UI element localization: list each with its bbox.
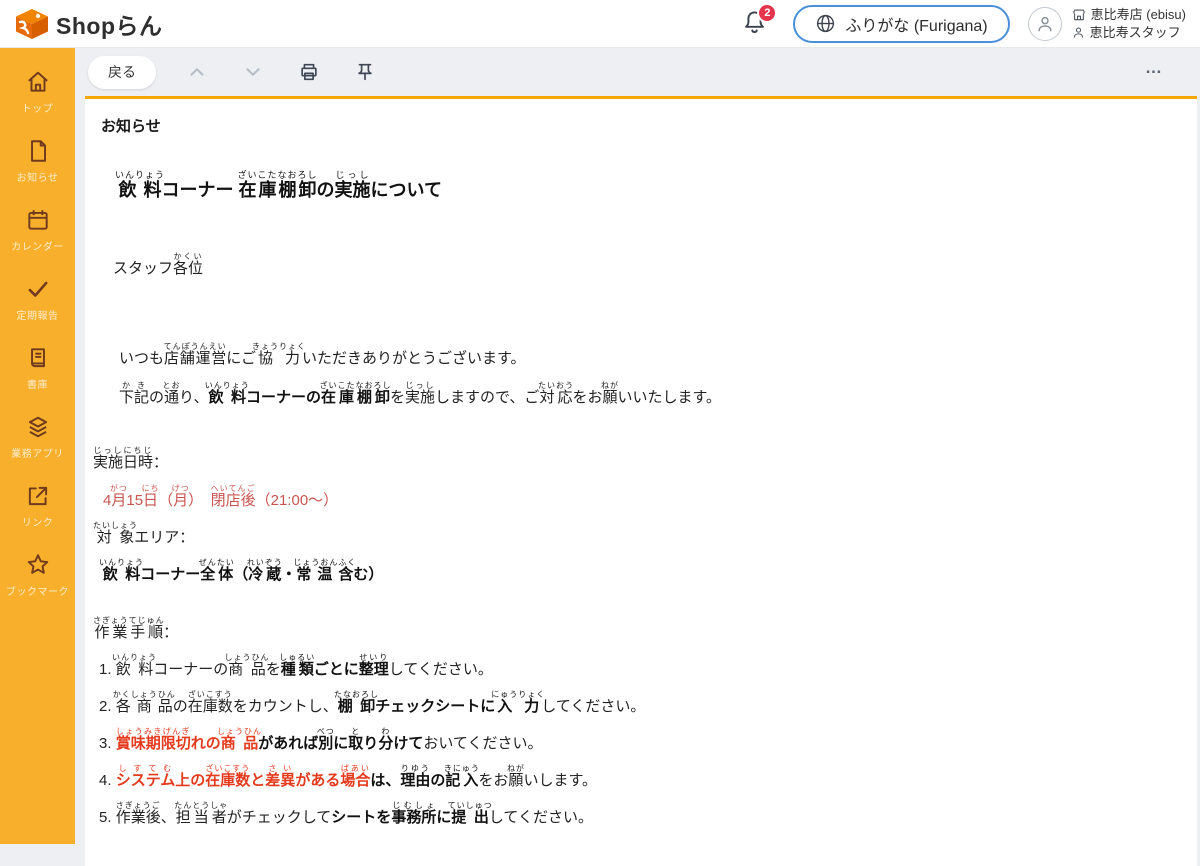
logo[interactable]: Shopらん bbox=[14, 7, 163, 41]
printer-icon bbox=[298, 61, 320, 83]
sidebar-item-apps[interactable]: 業務アプリ bbox=[0, 403, 75, 472]
sidebar-item-label: トップ bbox=[22, 100, 54, 115]
calendar-icon bbox=[25, 207, 51, 233]
toolbar: 戻る … bbox=[75, 48, 1200, 96]
store-icon bbox=[1072, 8, 1086, 22]
external-link-icon bbox=[25, 483, 51, 509]
procedure-label: 作業手順さぎょうてじゅん： bbox=[85, 614, 1197, 651]
sidebar-item-label: 定期報告 bbox=[17, 307, 59, 322]
target-area-label: 対象たいしょうエリア： bbox=[85, 519, 1197, 556]
chevron-down-icon bbox=[242, 61, 264, 83]
page-title: お知らせ bbox=[101, 117, 1197, 137]
procedure-step: 4. システムしすてむ上の在庫数ざいこすうと差異さいがある場合ばあいは、理由りゆ… bbox=[85, 762, 1197, 799]
sidebar-item-label: 業務アプリ bbox=[11, 445, 64, 460]
announcement-title: 飲料いんりょうコーナー 在庫棚卸ざいこたなおろしの実施じっしについて bbox=[85, 170, 1197, 210]
sidebar-item-label: ブックマーク bbox=[6, 583, 69, 598]
sidebar-item-archive[interactable]: 書庫 bbox=[0, 334, 75, 403]
print-button[interactable] bbox=[294, 57, 324, 87]
header-actions: 2 ふりがな (Furigana) 恵比寿店 bbox=[737, 5, 1186, 43]
logo-text: Shopらん bbox=[56, 7, 163, 41]
greeting-to-line: スタッフ各位かくい bbox=[85, 250, 1197, 287]
check-icon bbox=[25, 276, 51, 302]
sidebar-item-calendar[interactable]: カレンダー bbox=[0, 196, 75, 265]
sidebar-item-links[interactable]: リンク bbox=[0, 472, 75, 541]
announcement-panel: お知らせ 飲料いんりょうコーナー 在庫棚卸ざいこたなおろしの実施じっしについて … bbox=[85, 96, 1197, 866]
datetime-value: 4月がつ15日にち（月げつ） 閉店後へいてんご（21:00～） bbox=[85, 482, 1197, 519]
sidebar-item-label: リンク bbox=[22, 514, 54, 529]
sidebar-item-reports[interactable]: 定期報告 bbox=[0, 265, 75, 334]
sidebar-item-top[interactable]: トップ bbox=[0, 58, 75, 127]
procedure-step: 3. 賞味期限切しょうみきげんぎれの商品しょうひんがあれば別べつに取とり分わけて… bbox=[85, 725, 1197, 762]
sidebar: トップ お知らせ カレンダー 定期報告 書庫 bbox=[0, 48, 75, 844]
avatar[interactable] bbox=[1028, 7, 1062, 41]
procedure-step: 5. 作業後さぎょうご、担当者たんとうしゃがチェックしてシートを事務所じむしょに… bbox=[85, 799, 1197, 836]
sidebar-item-label: お知らせ bbox=[17, 169, 59, 184]
shopran-logo-icon bbox=[14, 8, 50, 40]
datetime-label: 実施日時じっしにちじ： bbox=[85, 444, 1197, 481]
document-icon bbox=[25, 138, 51, 164]
notification-badge: 2 bbox=[757, 3, 777, 23]
user-name: 恵比寿スタッフ bbox=[1090, 24, 1181, 42]
layers-icon bbox=[25, 414, 51, 440]
globe-icon bbox=[815, 13, 836, 34]
chevron-up-icon bbox=[186, 61, 208, 83]
more-options-button[interactable]: … bbox=[1145, 58, 1164, 78]
target-area-value: 飲料いんりょうコーナー全体ぜんたい（冷蔵れいぞう・常温含じょうおんふくむ） bbox=[85, 556, 1197, 593]
sidebar-item-label: 書庫 bbox=[27, 376, 48, 391]
sidebar-item-bookmarks[interactable]: ブックマーク bbox=[0, 541, 75, 610]
sidebar-item-label: カレンダー bbox=[11, 238, 64, 253]
store-row: 恵比寿店 (ebisu) bbox=[1072, 6, 1186, 24]
sidebar-item-news[interactable]: お知らせ bbox=[0, 127, 75, 196]
procedure-step: 2. 各商品かくしょうひんの在庫数ざいこすうをカウントし、棚卸たなおろしチェック… bbox=[85, 688, 1197, 725]
procedure-step: 1. 飲料いんりょうコーナーの商品しょうひんを種類しゅるいごとに整理せいりしてく… bbox=[85, 651, 1197, 688]
account-info[interactable]: 恵比寿店 (ebisu) 恵比寿スタッフ bbox=[1072, 6, 1186, 42]
user-row: 恵比寿スタッフ bbox=[1072, 24, 1186, 42]
main-area: 戻る … お知らせ 飲料 bbox=[75, 48, 1200, 866]
user-icon bbox=[1072, 26, 1085, 39]
notifications-button[interactable]: 2 bbox=[737, 5, 771, 43]
body-paragraph-2: 下記かきの通とおり、飲料いんりょうコーナーの在庫棚卸ざいこたなおろしを実施じっし… bbox=[85, 379, 1197, 416]
home-icon bbox=[25, 69, 51, 95]
person-icon bbox=[1035, 14, 1055, 34]
next-item-button[interactable] bbox=[238, 57, 268, 87]
furigana-button-label: ふりがな (Furigana) bbox=[845, 12, 987, 36]
pin-icon bbox=[354, 61, 376, 83]
book-icon bbox=[25, 345, 51, 371]
pin-button[interactable] bbox=[350, 57, 380, 87]
back-button[interactable]: 戻る bbox=[88, 56, 156, 89]
furigana-toggle-button[interactable]: ふりがな (Furigana) bbox=[793, 5, 1009, 43]
store-name: 恵比寿店 (ebisu) bbox=[1091, 6, 1186, 24]
prev-item-button[interactable] bbox=[182, 57, 212, 87]
body-paragraph-1: いつも店舗運営てんぽうんえいにご協力きょうりょくいただきありがとうございます。 bbox=[85, 340, 1197, 377]
top-header: Shopらん 2 ふりがな (Furigana) bbox=[0, 0, 1200, 48]
star-icon bbox=[25, 552, 51, 578]
